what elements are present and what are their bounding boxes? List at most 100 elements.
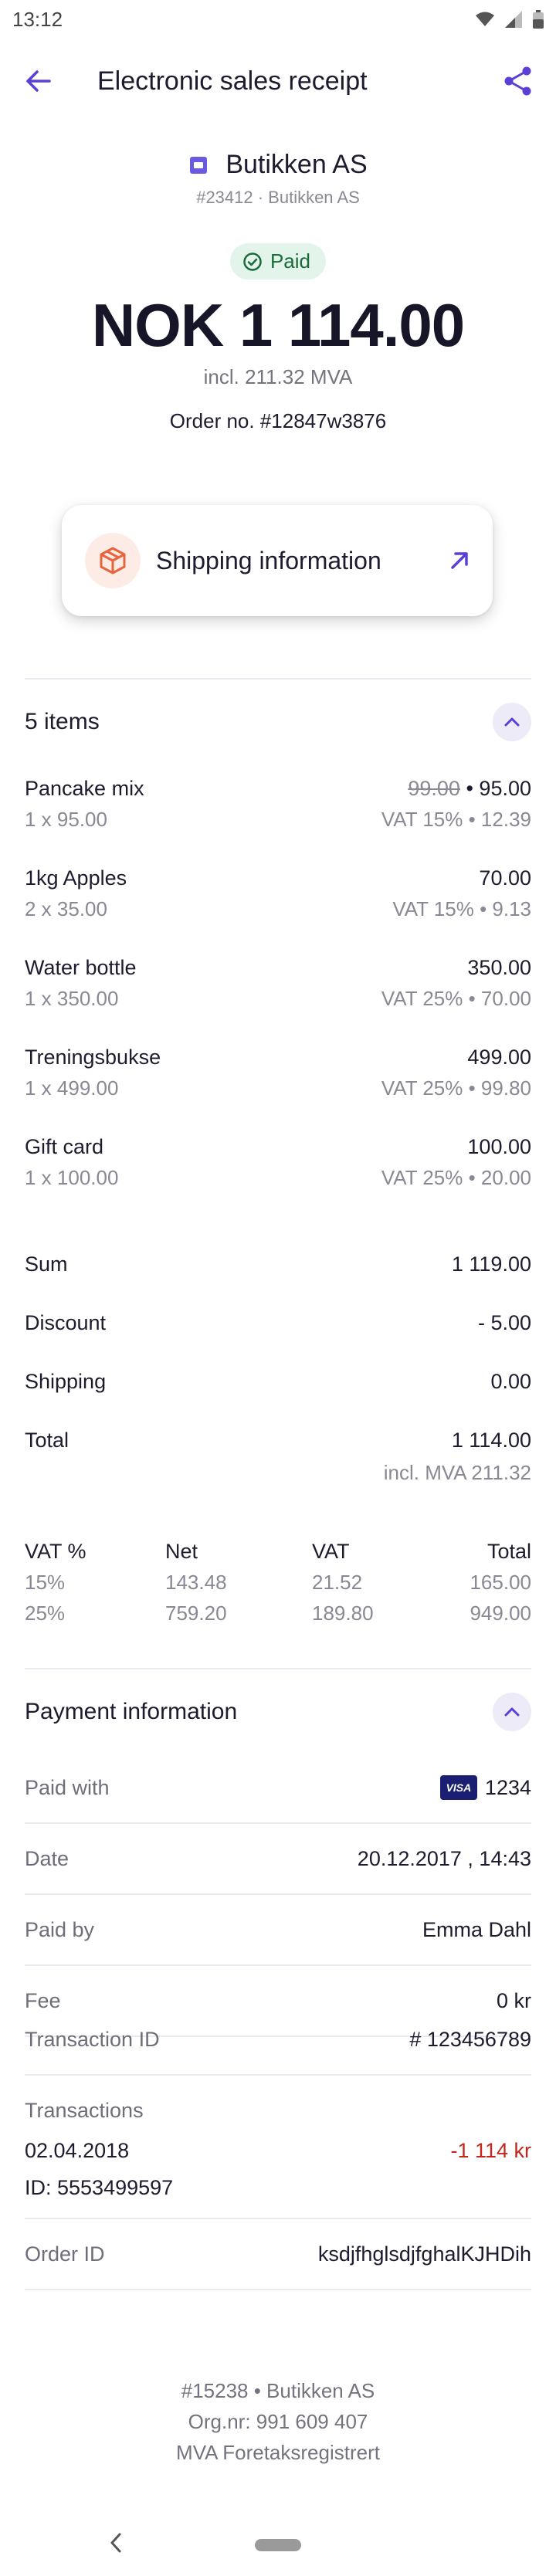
table-row: 15% 143.48 21.52 165.00 (25, 1571, 531, 1602)
item-price: 99.00 • 95.00 (408, 777, 531, 801)
shipping-info-button[interactable]: Shipping information (62, 505, 493, 616)
item-price: 100.00 (467, 1135, 531, 1158)
divider (25, 678, 531, 680)
paid-with-label: Paid with (25, 1775, 110, 1799)
item-qty: 1 x 350.00 (25, 987, 119, 1010)
merchant-row: Butikken AS (188, 150, 368, 180)
divider (25, 1668, 531, 1669)
paid-by-value: Emma Dahl (422, 1917, 531, 1941)
item-qty: 2 x 35.00 (25, 897, 107, 920)
items-collapse-button[interactable] (493, 703, 531, 741)
check-circle-icon (243, 252, 262, 271)
home-pill-icon[interactable] (255, 2539, 301, 2551)
vat-table-header: VAT % Net VAT Total (25, 1540, 531, 1571)
item-vat: VAT 25% • 70.00 (381, 987, 531, 1010)
merchant-name: Butikken AS (225, 150, 368, 179)
chevron-up-icon (504, 1707, 520, 1717)
order-id-label: Order ID (25, 2242, 105, 2266)
item-price-sep: • (459, 777, 480, 800)
paid-with-row: Paid with VISA 1234 (25, 1753, 531, 1824)
discount-row: Discount - 5.00 (25, 1311, 531, 1335)
app-bar: Electronic sales receipt (0, 39, 556, 124)
store-icon (190, 156, 208, 174)
shipping-label: Shipping information (156, 546, 381, 575)
shipping-cost-label: Shipping (25, 1370, 107, 1393)
total-label: Total (25, 1429, 70, 1452)
nav-back-icon[interactable] (108, 2531, 124, 2554)
item-name: 1kg Apples (25, 866, 127, 890)
item-price: 350.00 (467, 956, 531, 979)
status-badge-label: Paid (270, 249, 311, 273)
transaction-id-row-inner: Transaction ID # 123456789 (25, 2005, 531, 2076)
wifi-icon (476, 12, 494, 26)
item-vat: VAT 25% • 99.80 (381, 1076, 531, 1100)
list-item: Treningsbukse 1 x 499.00 499.00 VAT 25% … (25, 1046, 531, 1115)
item-price: 499.00 (467, 1046, 531, 1069)
payment-collapse-button[interactable] (493, 1693, 531, 1731)
status-bar: 13:12 (0, 0, 556, 39)
footer-line: MVA Foretaksregistrert (176, 2441, 380, 2464)
status-time: 13:12 (12, 7, 63, 31)
item-vat: VAT 15% • 9.13 (392, 897, 531, 920)
vat-col-vat: VAT (312, 1540, 350, 1563)
shipping-icon-wrap (85, 533, 141, 588)
chevron-up-icon (504, 717, 520, 727)
vat-cell: 165.00 (470, 1571, 531, 1594)
transaction-id-value: # 123456789 (409, 2027, 531, 2051)
sum-value: 1 119.00 (451, 1252, 531, 1276)
vat-cell: 189.80 (312, 1602, 374, 1625)
list-item: Gift card 1 x 100.00 100.00 VAT 25% • 20… (25, 1135, 531, 1205)
paid-wrap: Paid (0, 243, 556, 280)
item-name: Water bottle (25, 956, 137, 979)
table-row: 25% 759.20 189.80 949.00 (25, 1602, 531, 1632)
discount-value: - 5.00 (477, 1311, 531, 1334)
share-icon (504, 66, 531, 96)
item-old-price: 99.00 (408, 777, 460, 800)
footer-line: Org.nr: 991 609 407 (188, 2410, 368, 2433)
paid-by-label: Paid by (25, 1917, 95, 1941)
vat-cell: 949.00 (470, 1602, 531, 1625)
vat-cell: 15% (25, 1571, 66, 1594)
receipt-amount: NOK 1 114.00 (91, 291, 465, 359)
sum-label: Sum (25, 1252, 68, 1276)
visa-card-icon: VISA (439, 1775, 477, 1800)
item-name: Pancake mix (25, 777, 144, 800)
paid-with-value: VISA 1234 (439, 1775, 531, 1800)
receipt-incl-vat: incl. 211.32 MVA (203, 365, 353, 388)
vat-col-net: Net (165, 1540, 198, 1563)
item-name: Treningsbukse (25, 1046, 161, 1069)
transactions-label: Transactions (25, 2099, 144, 2122)
date-value: 20.12.2017 , 14:43 (357, 1846, 531, 1870)
back-arrow-icon (26, 70, 51, 92)
card-last4: 1234 (484, 1775, 531, 1799)
share-button[interactable] (499, 62, 537, 100)
item-name: Gift card (25, 1135, 104, 1158)
package-icon (100, 547, 126, 575)
vat-col-rate: VAT % (25, 1540, 86, 1563)
total-value: 1 114.00 (451, 1429, 531, 1452)
transaction-amount: -1 114 kr (450, 2139, 531, 2162)
list-item: Water bottle 1 x 350.00 350.00 VAT 25% •… (25, 956, 531, 1025)
items-section-header: 5 items (25, 703, 531, 741)
vat-col-total: Total (486, 1540, 531, 1563)
back-button[interactable] (19, 62, 57, 100)
shipping-row: Shipping 0.00 (25, 1370, 531, 1394)
vat-cell: 143.48 (165, 1571, 227, 1594)
vat-cell: 25% (25, 1602, 66, 1625)
receipt-footer: #15238 • Butikken AS Org.nr: 991 609 407… (0, 2375, 556, 2468)
items-count-title: 5 items (25, 709, 100, 734)
status-badge: Paid (229, 243, 327, 280)
date-label: Date (25, 1846, 70, 1870)
item-qty: 1 x 499.00 (25, 1076, 119, 1100)
transaction-ref: ID: 5553499597 (25, 2176, 174, 2199)
total-row: Total 1 114.00 (25, 1429, 531, 1452)
total-incl-vat: incl. MVA 211.32 (383, 1461, 531, 1484)
transaction-date: 02.04.2018 (25, 2139, 130, 2162)
vat-table: VAT % Net VAT Total 15% 143.48 21.52 165… (25, 1540, 531, 1632)
vat-cell: 759.20 (165, 1602, 227, 1625)
footer-line: #15238 • Butikken AS (181, 2379, 375, 2402)
transaction-id-label: Transaction ID (25, 2027, 160, 2051)
sum-row: Sum 1 119.00 (25, 1252, 531, 1276)
merchant-info: Butikken AS #23412 · Butikken AS (0, 150, 556, 208)
arrow-up-right-icon (451, 552, 468, 569)
